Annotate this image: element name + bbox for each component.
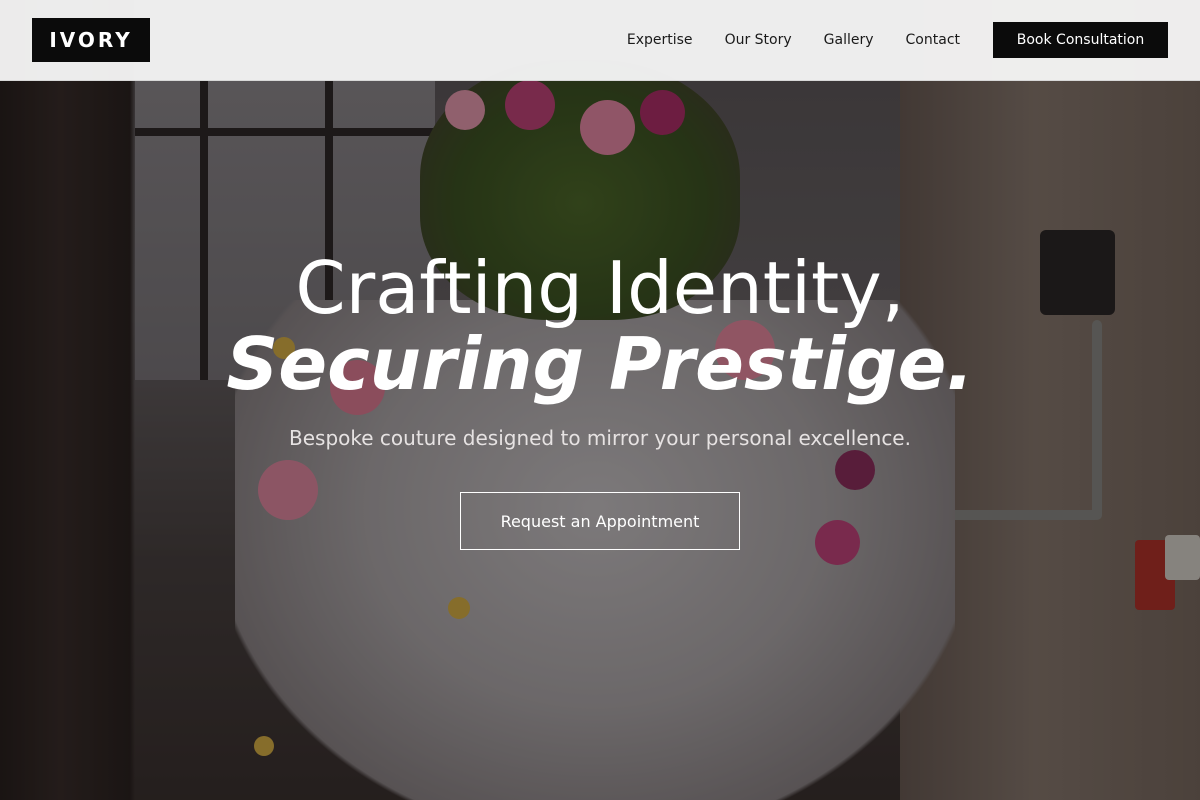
hero-title-line2: Securing Prestige. [226, 322, 974, 406]
nav-link-gallery[interactable]: Gallery [824, 32, 874, 48]
nav-link-expertise[interactable]: Expertise [627, 32, 693, 48]
book-consultation-button[interactable]: Book Consultation [993, 22, 1168, 58]
hero-title-line1: Crafting Identity, [295, 246, 905, 330]
nav-link-our-story[interactable]: Our Story [725, 32, 792, 48]
hero-section: Crafting Identity, Securing Prestige. Be… [0, 250, 1200, 550]
main-nav: Expertise Our Story Gallery Contact [627, 0, 960, 80]
brand-logo[interactable]: IVORY [32, 18, 150, 62]
nav-link-contact[interactable]: Contact [906, 32, 960, 48]
request-appointment-button[interactable]: Request an Appointment [460, 492, 740, 550]
hero-subtitle: Bespoke couture designed to mirror your … [289, 426, 911, 450]
top-navbar: IVORY Expertise Our Story Gallery Contac… [0, 0, 1200, 81]
hero-title: Crafting Identity, Securing Prestige. [0, 250, 1200, 402]
